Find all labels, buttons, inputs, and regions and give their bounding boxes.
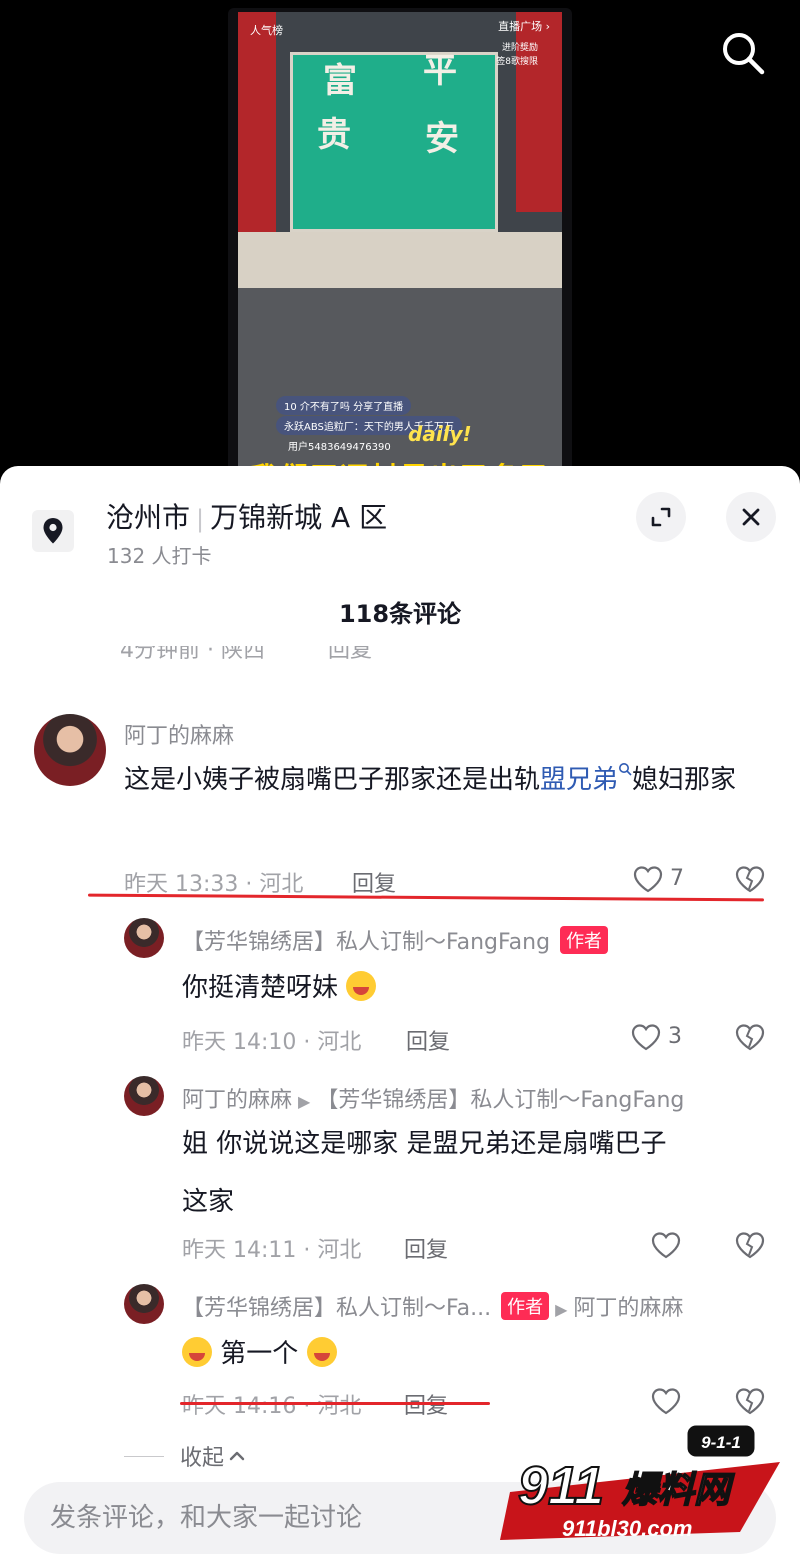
avatar[interactable] xyxy=(124,1076,164,1116)
reply-to-arrow-icon: ▶ xyxy=(298,1092,311,1111)
heart-icon[interactable] xyxy=(630,1022,662,1052)
location-separator: | xyxy=(196,505,205,533)
reply-text-line: 这家 xyxy=(182,1187,235,1217)
comment-text-part: 媳妇那家 xyxy=(632,765,737,795)
door-char: 平 xyxy=(423,51,457,91)
phone-tag: 进阶獎励 xyxy=(501,43,538,53)
comment-text-part: 这是小姨子被扇嘴巴子那家还是出轨 xyxy=(124,765,541,795)
green-door: 富 平 贵 安 xyxy=(290,51,498,232)
reply-button[interactable]: 回复 xyxy=(352,866,396,898)
annotation-strikethrough xyxy=(180,1402,490,1405)
reply-username[interactable]: 【芳华锦绣居】私人订制～FangFang 作者 xyxy=(182,924,609,956)
dislike-icon[interactable] xyxy=(734,1386,766,1416)
location-pin-box[interactable] xyxy=(32,510,74,552)
reply-to-arrow-icon: ▶ xyxy=(555,1300,568,1319)
reply-button[interactable]: 回复 xyxy=(406,1024,450,1056)
chevron-up-icon xyxy=(229,1451,245,1461)
collapse-label: 收起 xyxy=(180,1446,225,1471)
heart-icon[interactable] xyxy=(632,864,664,894)
clipped-comment-row: 4分钟前 · 陕西 回复 xyxy=(120,646,780,666)
phone-tag: 签8歌搜限 xyxy=(496,57,538,67)
heart-icon[interactable] xyxy=(650,1386,682,1416)
phone-screen: 富 平 贵 安 人气榜 直播广场 › 进阶獎励 签8歌搜限 10 介不有了吗 分… xyxy=(238,12,562,478)
daily-sticker: daily! xyxy=(408,422,472,446)
comment-text: 这是小姨子被扇嘴巴子那家还是出轨盟兄弟 媳妇那家 xyxy=(124,756,764,804)
close-button[interactable] xyxy=(726,492,776,542)
laughing-crying-emoji xyxy=(306,1337,337,1367)
laughing-crying-emoji xyxy=(182,1337,212,1367)
author-badge: 作者 xyxy=(560,926,609,954)
door-char: 富 xyxy=(323,61,357,101)
reply-time-location: 昨天 14:11 · 河北 xyxy=(182,1238,362,1263)
like-count: 7 xyxy=(670,866,684,891)
phone-live-square: 直播广场 › xyxy=(498,20,550,33)
reply-username-text: 【芳华锦绣居】私人订制～FangFang xyxy=(182,930,551,955)
expand-button[interactable] xyxy=(636,492,686,542)
expand-icon xyxy=(651,507,671,527)
red-wall-left xyxy=(238,12,276,232)
watermark-domain: 911bl30.com xyxy=(562,1516,692,1541)
location-city: 沧州市 xyxy=(106,501,191,534)
reply-username-text: 【芳华锦绣居】私人订制～Fa... xyxy=(182,1296,492,1321)
reply-to-username: 阿丁的麻麻 xyxy=(573,1296,684,1321)
dislike-icon[interactable] xyxy=(734,1230,766,1260)
reply-text-part: 你挺清楚呀妹 xyxy=(182,973,339,1003)
comment-link-text: 盟兄弟 xyxy=(540,765,619,795)
like-count: 3 xyxy=(668,1024,682,1049)
reply-username[interactable]: 阿丁的麻麻 ▶ 【芳华锦绣居】私人订制～FangFang xyxy=(182,1082,684,1114)
comment-search-link[interactable]: 盟兄弟 xyxy=(540,763,632,795)
author-badge: 作者 xyxy=(501,1292,550,1320)
comment-username[interactable]: 阿丁的麻麻 xyxy=(124,718,234,750)
dislike-icon[interactable] xyxy=(734,864,766,894)
reply-text-part: 第一个 xyxy=(220,1339,299,1369)
dislike-icon[interactable] xyxy=(734,1022,766,1052)
search-icon xyxy=(619,763,632,776)
phone-frame: 富 平 贵 安 人气榜 直播广场 › 进阶獎励 签8歌搜限 10 介不有了吗 分… xyxy=(228,8,572,478)
reply-button[interactable]: 回复 xyxy=(404,1232,448,1264)
watermark-brand-text: 爆料网 xyxy=(622,1470,735,1511)
reply-username-text: 阿丁的麻麻 xyxy=(182,1088,293,1113)
reply-text: 姐 你说说这是哪家 是盟兄弟还是扇嘴巴子 这家 xyxy=(182,1120,782,1226)
wall-base xyxy=(238,232,562,288)
laughing-crying-emoji xyxy=(346,971,377,1001)
location-title[interactable]: 沧州市 | 万锦新城 A 区 xyxy=(106,496,387,536)
reply-text: 第一个 xyxy=(182,1330,337,1378)
avatar[interactable] xyxy=(34,714,106,786)
reply-time-location: 昨天 14:10 · 河北 xyxy=(182,1030,362,1055)
watermark-brand-number: 911 xyxy=(518,1456,604,1516)
phone-chat-line: 用户5483649476390 xyxy=(288,442,391,453)
reply-username[interactable]: 【芳华锦绣居】私人订制～Fa... 作者 ▶ 阿丁的麻麻 xyxy=(182,1290,683,1322)
reply-text: 你挺清楚呀妹 xyxy=(182,964,377,1012)
door-char: 安 xyxy=(425,119,459,159)
door-char: 贵 xyxy=(317,115,351,155)
clipped-reply: 回复 xyxy=(328,646,373,663)
comment-count-title: 118条评论 xyxy=(338,600,462,628)
comment-sheet: 沧州市 | 万锦新城 A 区 132 人打卡 118条评论 4分钟前 · 陕西 回复… xyxy=(0,466,800,1563)
divider xyxy=(124,1455,164,1457)
location-place: 万锦新城 A 区 xyxy=(210,501,388,534)
checkin-count: 132 人打卡 xyxy=(107,544,212,568)
location-pin-icon xyxy=(43,518,63,544)
phone-ranking-label: 人气榜 xyxy=(250,24,283,37)
close-icon xyxy=(742,508,760,526)
search-button[interactable] xyxy=(718,28,768,78)
reply-to-username: 【芳华锦绣居】私人订制～FangFang xyxy=(316,1088,685,1113)
phone-chat-line: 10 介不有了吗 分享了直播 xyxy=(276,396,412,415)
heart-icon[interactable] xyxy=(650,1230,682,1260)
avatar[interactable] xyxy=(124,918,164,958)
clipped-meta: 4分钟前 · 陕西 xyxy=(120,646,265,663)
search-icon xyxy=(723,33,765,75)
watermark-logo: 9-1-1 911 爆料网 911bl30.com xyxy=(500,1422,780,1541)
video-player[interactable]: 富 平 贵 安 人气榜 直播广场 › 进阶獎励 签8歌搜限 10 介不有了吗 分… xyxy=(0,0,800,480)
collapse-replies-button[interactable]: 收起 xyxy=(124,1440,246,1472)
reply-text-line: 姐 你说说这是哪家 是盟兄弟还是扇嘴巴子 xyxy=(182,1129,667,1159)
watermark-badge: 9-1-1 xyxy=(701,1433,741,1452)
comment-input[interactable] xyxy=(50,1496,550,1540)
avatar[interactable] xyxy=(124,1284,164,1324)
